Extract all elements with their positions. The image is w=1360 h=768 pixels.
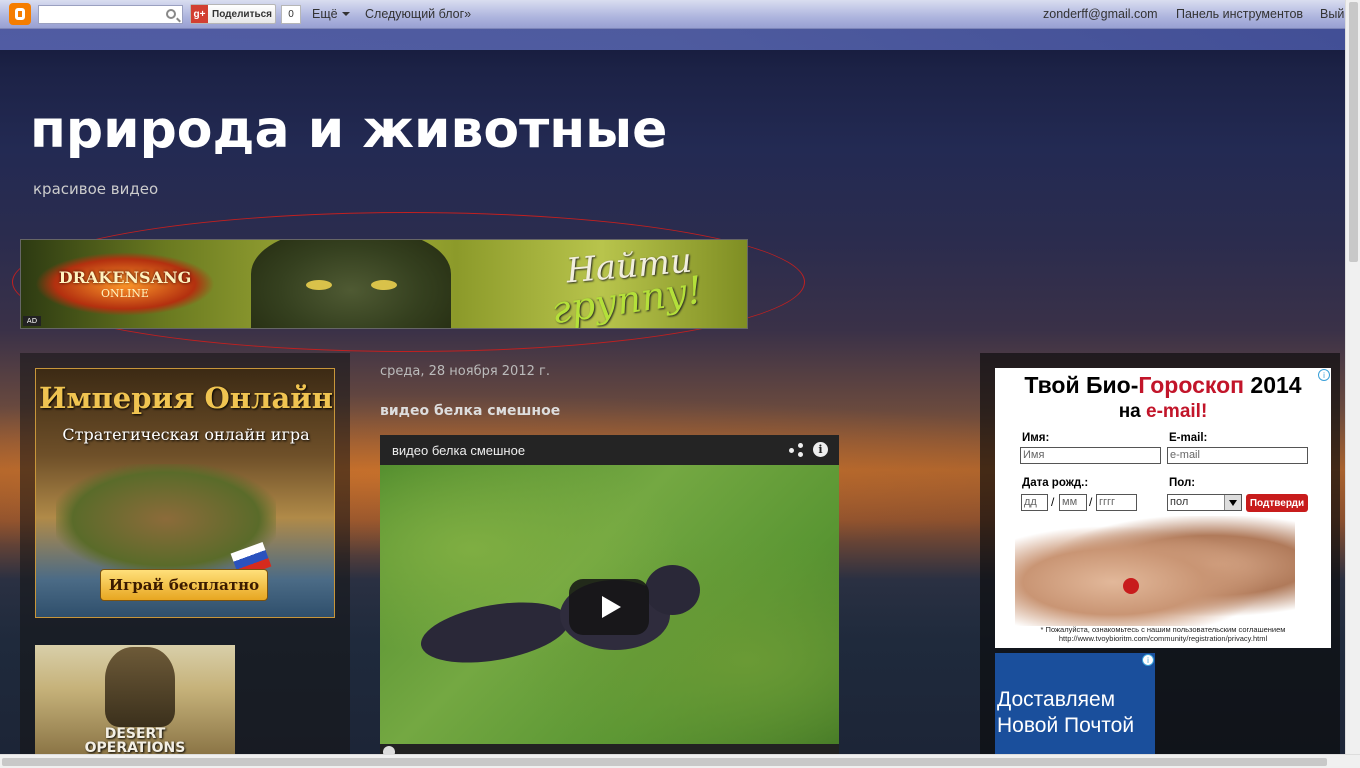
youtube-video-player[interactable]: видео белка смешное i [380, 435, 839, 754]
gender-select[interactable]: пол [1167, 494, 1242, 511]
user-email[interactable]: zonderff@gmail.com [1043, 7, 1158, 21]
vertical-scroll-thumb[interactable] [1349, 2, 1358, 262]
gender-label: Пол: [1169, 477, 1196, 489]
nova-poshta-text: Доставляем Новой Почтой [997, 687, 1134, 739]
month-input[interactable]: мм [1059, 494, 1087, 511]
blogger-navbar: g+ Поделиться 0 Ещё Следующий блог» zond… [0, 0, 1345, 29]
horo-sub-part1: на [1118, 401, 1147, 422]
horo-title-part3: 2014 [1244, 372, 1302, 398]
dob-label: Дата рожд.: [1022, 477, 1089, 489]
nova-poshta-ad[interactable]: i Доставляем Новой Почтой [995, 653, 1155, 754]
dob-separator: / [1051, 495, 1055, 509]
brand-line2: ONLINE [101, 287, 149, 300]
privacy-note: * Пожалуйста, ознакомьтесь с нашим польз… [995, 625, 1331, 643]
squirrel-image [416, 565, 700, 673]
dob-separator: / [1089, 495, 1093, 509]
email-label: E-mail: [1169, 432, 1208, 444]
gplus-icon: g+ [191, 5, 208, 23]
submit-button[interactable]: Подтверди [1246, 494, 1308, 512]
empire-ad-title: Империя Онлайн [38, 381, 334, 415]
search-icon[interactable] [166, 9, 176, 19]
adchoices-icon[interactable]: i [1142, 654, 1154, 666]
play-free-button[interactable]: Играй бесплатно [100, 569, 268, 601]
horo-title-part2: Гороскоп [1138, 372, 1245, 398]
video-title[interactable]: видео белка смешное [392, 443, 525, 458]
year-input[interactable]: гггг [1096, 494, 1137, 511]
np-line2: Новой Почтой [997, 714, 1135, 737]
horoscope-title: Твой Био-Гороскоп 2014 [995, 372, 1331, 399]
name-input[interactable]: Имя [1020, 447, 1161, 464]
share-label: Поделиться [212, 8, 273, 20]
blog-description: красивое видео [33, 180, 159, 198]
progress-knob[interactable] [383, 746, 395, 754]
share-icon[interactable] [789, 443, 803, 457]
sign-out-link[interactable]: Вый [1320, 7, 1344, 21]
soldier-image [105, 647, 175, 727]
horoscope-subtitle: на e-mail! [995, 401, 1331, 423]
post-title[interactable]: видео белка смешное [380, 403, 560, 419]
video-title-bar: видео белка смешное i [380, 435, 839, 465]
vertical-scrollbar[interactable] [1345, 0, 1360, 754]
more-menu-button[interactable]: Ещё [312, 7, 350, 21]
couple-photo [1015, 516, 1295, 626]
privacy-note-link[interactable]: http://www.tvoybioritm.com/community/reg… [1059, 634, 1267, 643]
video-progress-bar[interactable] [380, 744, 839, 754]
horizontal-scroll-thumb[interactable] [2, 758, 1327, 766]
drakensang-banner-ad[interactable]: DRAKENSANG ONLINE Найти группу! AD [20, 239, 748, 329]
info-icon[interactable]: i [813, 442, 828, 457]
day-input[interactable]: дд [1021, 494, 1048, 511]
name-label: Имя: [1022, 432, 1050, 444]
horo-title-part1: Твой Био- [1024, 372, 1139, 398]
np-line1: Доставляем [997, 688, 1116, 711]
drakensang-logo: DRAKENSANG ONLINE [35, 252, 215, 316]
dashboard-link[interactable]: Панель инструментов [1176, 7, 1303, 21]
privacy-note-line1: * Пожалуйста, ознакомьтесь с нашим польз… [1040, 625, 1286, 634]
bio-horoscope-ad[interactable]: i Твой Био-Гороскоп 2014 на e-mail! Имя:… [995, 368, 1331, 648]
horo-sub-part2: e-mail! [1146, 401, 1208, 422]
header-stripe [0, 29, 1345, 50]
rose-image [1123, 578, 1139, 594]
blogger-logo-icon[interactable] [9, 3, 31, 25]
gplus-share-button[interactable]: g+ Поделиться [190, 4, 276, 24]
navbar-search-input[interactable] [38, 5, 183, 24]
goblin-image [251, 240, 451, 328]
empire-online-ad[interactable]: Империя Онлайн Стратегическая онлайн игр… [35, 368, 335, 618]
play-icon[interactable] [569, 579, 649, 635]
horizontal-scrollbar[interactable] [0, 754, 1360, 768]
desert-ad-logo: DESERT OPERATIONS [35, 727, 235, 754]
desert-line2: OPERATIONS [84, 740, 186, 754]
desert-operations-ad[interactable]: DESERT OPERATIONS [35, 645, 235, 754]
brand-line1: DRAKENSANG [58, 268, 192, 287]
blog-title[interactable]: природа и животные [30, 98, 667, 162]
next-blog-link[interactable]: Следующий блог» [365, 7, 471, 21]
post-date: среда, 28 ноября 2012 г. [380, 364, 550, 379]
empire-ad-subtitle: Стратегическая онлайн игра [62, 425, 310, 444]
ad-mark-icon[interactable]: AD [23, 316, 41, 326]
email-input[interactable]: e-mail [1167, 447, 1308, 464]
share-count: 0 [281, 5, 301, 24]
